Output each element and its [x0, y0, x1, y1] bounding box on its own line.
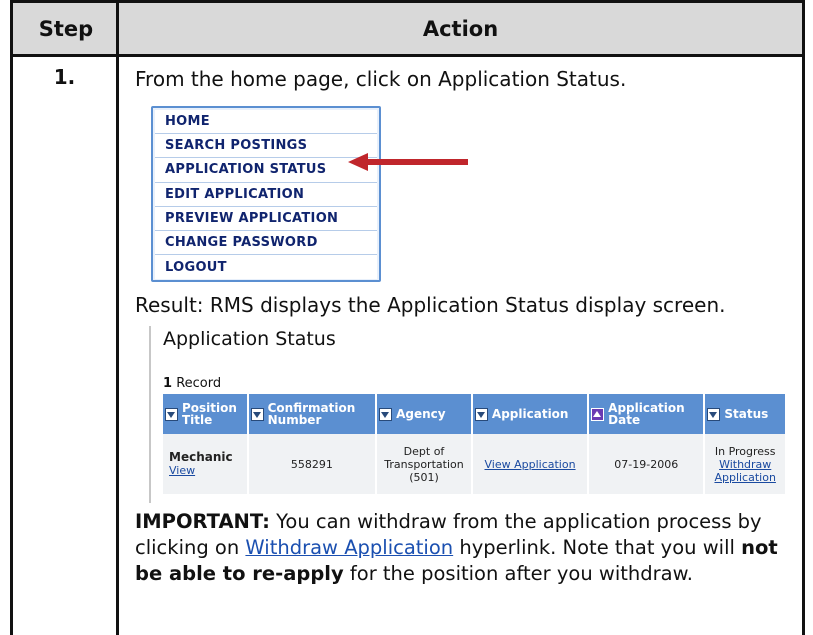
sort-down-icon: [379, 407, 393, 421]
cell-status: In Progress Withdraw Application: [705, 434, 785, 494]
cell-position: Mechanic View: [163, 434, 247, 494]
record-count: 1 Record: [163, 376, 221, 391]
menu-item-preview-application[interactable]: PREVIEW APPLICATION: [155, 206, 377, 231]
cell-application: View Application: [472, 434, 588, 494]
col-application[interactable]: Application: [472, 394, 588, 434]
sort-up-icon: [591, 407, 605, 421]
menu-item-home[interactable]: HOME: [155, 110, 377, 135]
col-label: Position Title: [182, 401, 237, 427]
view-application-link[interactable]: View Application: [485, 458, 576, 471]
agency-text: Dept of Transportation (501): [384, 444, 464, 484]
important-text-3: for the position after you withdraw.: [343, 562, 693, 585]
step-number: 1.: [53, 65, 76, 89]
cell-agency: Dept of Transportation (501): [377, 434, 471, 494]
important-text-2: hyperlink. Note that you will: [453, 536, 742, 559]
column-divider: [116, 3, 119, 635]
col-label: Application Date: [608, 401, 685, 427]
cell-confirmation: 558291: [248, 434, 376, 494]
cell-date: 07-19-2006: [589, 434, 704, 494]
important-note: IMPORTANT: You can withdraw from the app…: [135, 509, 805, 587]
col-label: Confirmation Number: [267, 401, 356, 427]
menu-item-change-password[interactable]: CHANGE PASSWORD: [155, 230, 377, 256]
sort-down-icon: [165, 407, 178, 421]
status-text: In Progress: [714, 444, 776, 458]
col-status[interactable]: Status: [705, 394, 785, 434]
record-count-label: Record: [176, 376, 222, 391]
withdraw-application-link[interactable]: Withdraw Application: [712, 458, 778, 484]
panel-title: Application Status: [163, 328, 336, 350]
menu-item-search-postings[interactable]: SEARCH POSTINGS: [155, 134, 377, 159]
menu-item-application-status[interactable]: APPLICATION STATUS: [155, 158, 377, 183]
col-label: Status: [724, 407, 769, 421]
view-link[interactable]: View: [169, 464, 195, 477]
pointer-arrow-icon: [348, 153, 468, 171]
header-step: Step: [38, 16, 94, 41]
application-table: Position Title Confirmation Number Agenc…: [161, 394, 787, 494]
sort-down-icon: [250, 407, 264, 421]
col-label: Agency: [396, 407, 446, 421]
record-count-number: 1: [163, 376, 173, 391]
col-label: Application: [491, 407, 569, 421]
result-text: Result: RMS displays the Application Sta…: [135, 293, 726, 317]
sort-down-icon: [707, 407, 721, 421]
col-agency[interactable]: Agency: [377, 394, 471, 434]
application-status-panel: Application Status 1 Record Position Tit…: [149, 326, 791, 503]
sort-down-icon: [474, 407, 488, 421]
col-application-date[interactable]: Application Date: [589, 394, 704, 434]
withdraw-application-hyperlink[interactable]: Withdraw Application: [245, 536, 453, 559]
col-confirmation-number[interactable]: Confirmation Number: [248, 394, 376, 434]
position-title: Mechanic: [169, 450, 233, 464]
col-position-title[interactable]: Position Title: [163, 394, 247, 434]
header-action: Action: [422, 16, 499, 41]
important-label: IMPORTANT:: [135, 510, 270, 533]
table-row: Mechanic View 558291 Dept of Transportat…: [163, 434, 785, 494]
menu-item-logout[interactable]: LOGOUT: [155, 255, 377, 280]
menu-item-edit-application[interactable]: EDIT APPLICATION: [155, 182, 377, 207]
table-header: Step Action: [13, 3, 802, 57]
step-action-table: Step Action 1. From the home page, click…: [10, 0, 805, 635]
navigation-menu: HOME SEARCH POSTINGS APPLICATION STATUS …: [151, 106, 381, 282]
instruction-text: From the home page, click on Application…: [135, 67, 627, 91]
